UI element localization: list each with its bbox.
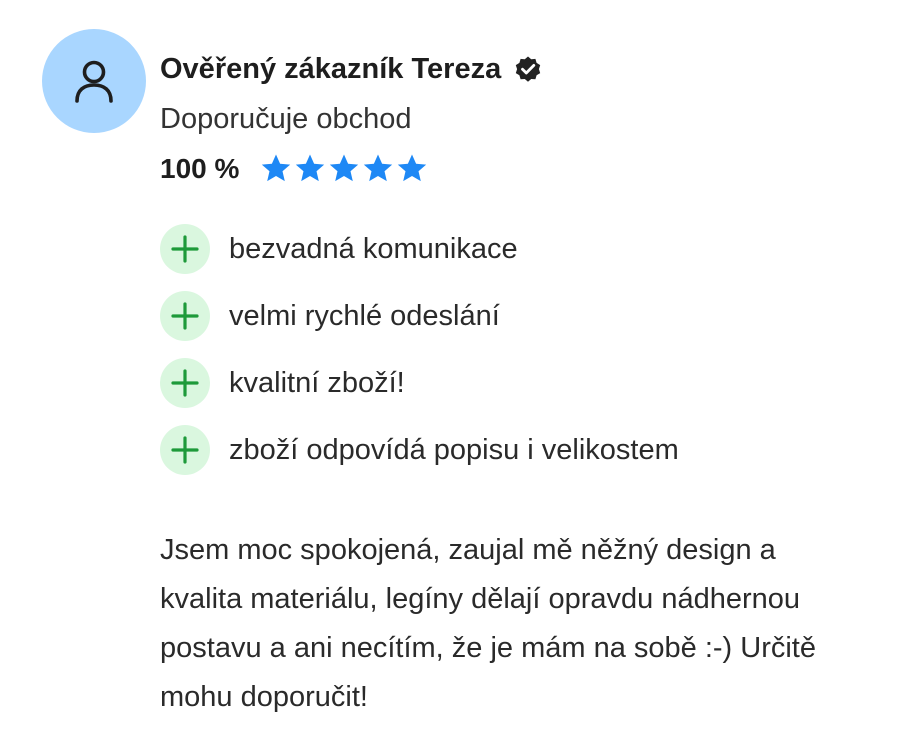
pro-label: kvalitní zboží! [229,366,405,399]
plus-icon [160,425,210,475]
plus-icon [160,224,210,274]
star-icon [293,152,327,186]
user-icon [72,57,116,105]
pro-label: zboží odpovídá popisu i velikostem [229,433,679,466]
pro-item: bezvadná komunikace [160,224,679,274]
pros-list: bezvadná komunikace velmi rychlé odeslání… [160,224,679,492]
review-comment: Jsem moc spokojená, zaujal mě něžný desi… [160,534,816,713]
pro-item: kvalitní zboží! [160,358,679,408]
rating-percent: 100 % [160,153,240,184]
reviewer-name: Ověřený zákazník Tereza [160,52,502,85]
review-header: Ověřený zákazník Tereza Doporučuje obcho… [160,48,543,189]
star-icon [259,152,293,186]
pro-label: velmi rychlé odeslání [229,299,500,332]
star-icon [395,152,429,186]
star-icon [361,152,395,186]
pro-item: zboží odpovídá popisu i velikostem [160,425,679,475]
avatar [42,29,146,133]
reviewer-name-row: Ověřený zákazník Tereza [160,48,543,90]
plus-icon [160,291,210,341]
plus-icon [160,358,210,408]
pro-item: velmi rychlé odeslání [160,291,679,341]
star-rating [259,152,429,186]
verified-check-icon [513,54,543,84]
star-icon [327,152,361,186]
review-card: Ověřený zákazník Tereza Doporučuje obcho… [0,0,900,742]
rating-row: 100 % [160,149,543,189]
recommendation-text: Doporučuje obchod [160,103,412,135]
pro-label: bezvadná komunikace [229,232,518,265]
